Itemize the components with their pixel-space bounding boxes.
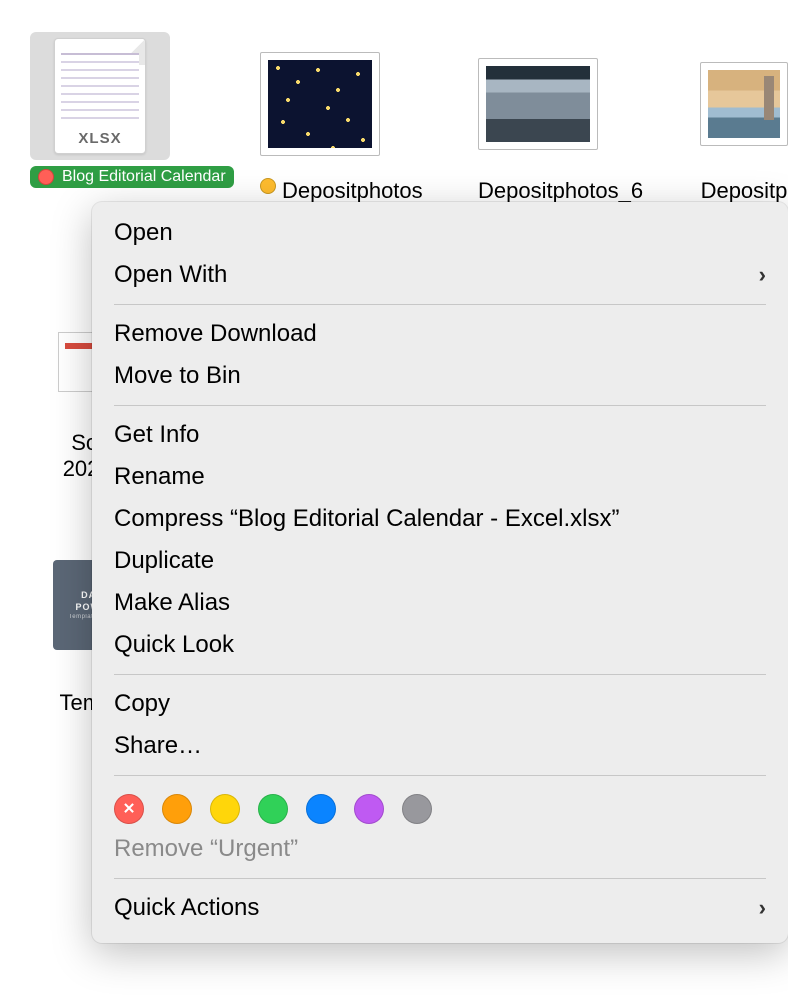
file-type-badge: XLSX bbox=[78, 130, 121, 147]
menu-separator bbox=[114, 775, 766, 776]
context-menu: Open Open With › Remove Download Move to… bbox=[92, 202, 788, 943]
tag-gray[interactable] bbox=[402, 794, 432, 824]
menu-quick-look[interactable]: Quick Look bbox=[92, 624, 788, 666]
file-label-text: Depositphotos bbox=[282, 178, 423, 204]
tag-blue[interactable] bbox=[306, 794, 336, 824]
menu-separator bbox=[114, 405, 766, 406]
tag-orange[interactable] bbox=[162, 794, 192, 824]
chevron-right-icon: › bbox=[759, 895, 766, 921]
tag-purple[interactable] bbox=[354, 794, 384, 824]
finder-tag-dot-yellow bbox=[260, 178, 276, 194]
tag-red-remove[interactable] bbox=[114, 794, 144, 824]
xlsx-icon: XLSX bbox=[54, 38, 146, 154]
finder-tag-dot-red bbox=[38, 169, 54, 185]
menu-duplicate[interactable]: Duplicate bbox=[92, 540, 788, 582]
menu-separator bbox=[114, 674, 766, 675]
file-thumbnail bbox=[700, 62, 788, 146]
file-depositphotos-2[interactable]: Depositphotos_6 bbox=[478, 58, 643, 204]
finder-tag-picker bbox=[92, 784, 788, 828]
menu-rename[interactable]: Rename bbox=[92, 456, 788, 498]
menu-compress[interactable]: Compress “Blog Editorial Calendar - Exce… bbox=[92, 498, 788, 540]
chevron-right-icon: › bbox=[759, 262, 766, 288]
file-depositphotos-1[interactable]: Depositphotos bbox=[260, 52, 423, 204]
file-thumbnail: XLSX bbox=[30, 32, 170, 160]
menu-share[interactable]: Share… bbox=[92, 725, 788, 767]
menu-quick-actions[interactable]: Quick Actions › bbox=[92, 887, 788, 929]
menu-open-with[interactable]: Open With › bbox=[92, 254, 788, 296]
file-label-selected: Blog Editorial Calendar bbox=[30, 166, 234, 188]
menu-make-alias[interactable]: Make Alias bbox=[92, 582, 788, 624]
file-thumbnail bbox=[260, 52, 380, 156]
menu-separator bbox=[114, 304, 766, 305]
menu-get-info[interactable]: Get Info bbox=[92, 414, 788, 456]
tag-green[interactable] bbox=[258, 794, 288, 824]
menu-remove-download[interactable]: Remove Download bbox=[92, 313, 788, 355]
menu-copy[interactable]: Copy bbox=[92, 683, 788, 725]
menu-open[interactable]: Open bbox=[92, 212, 788, 254]
menu-remove-tag[interactable]: Remove “Urgent” bbox=[92, 828, 788, 870]
tag-yellow[interactable] bbox=[210, 794, 240, 824]
file-thumbnail bbox=[478, 58, 598, 150]
file-label-text: Depositphotos_6 bbox=[478, 178, 643, 204]
menu-separator bbox=[114, 878, 766, 879]
file-label-text: Blog Editorial Calendar bbox=[62, 168, 226, 186]
menu-move-to-bin[interactable]: Move to Bin bbox=[92, 355, 788, 397]
file-blog-editorial[interactable]: XLSX Blog Editorial Calendar bbox=[30, 32, 234, 188]
